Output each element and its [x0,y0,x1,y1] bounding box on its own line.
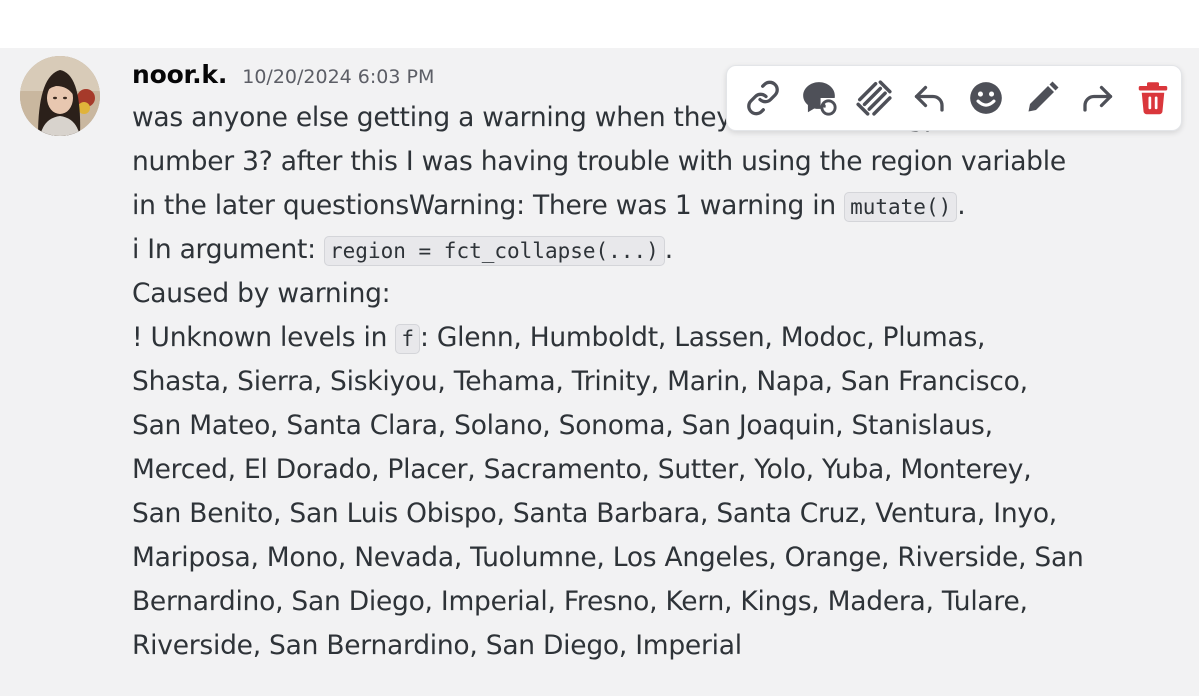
message-text: Merced, El Dorado, Placer, Sacramento, S… [132,454,1032,485]
message-text: . [664,234,673,265]
message-text: Caused by warning: [132,278,391,309]
message-line: number 3? after this I was having troubl… [132,140,1132,184]
delete-icon [1138,82,1168,115]
reply-icon [914,85,944,112]
timestamp: 10/20/2024 6:03 PM [242,66,435,88]
message-toolbar [726,65,1182,131]
message-line: Caused by warning: [132,272,1132,316]
message-text: i In argument: [132,234,325,265]
message-line: Mariposa, Mono, Nevada, Tuolumne, Los An… [132,536,1132,580]
username[interactable]: noor.k. [132,60,227,89]
add-reaction-button[interactable] [958,70,1014,126]
message-line: Shasta, Sierra, Siskiyou, Tehama, Trinit… [132,360,1132,404]
copy-link-button[interactable] [735,70,791,126]
avatar[interactable] [20,56,100,136]
message-text: . [957,190,966,221]
message-text: Bernardino, San Diego, Imperial, Fresno,… [132,586,1028,617]
bulk-copy-icon [856,80,892,116]
message-text: : Glenn, Humboldt, Lassen, Modoc, Plumas… [419,322,986,353]
top-strip [0,0,1199,48]
edit-button[interactable] [1014,70,1070,126]
reply-button[interactable] [902,70,958,126]
forward-button[interactable] [1070,70,1126,126]
message-line: Riverside, San Bernardino, San Diego, Im… [132,624,1132,668]
message-line: San Mateo, Santa Clara, Solano, Sonoma, … [132,404,1132,448]
emoji-icon [970,82,1002,114]
message-line: i In argument: region = fct_collapse(...… [132,228,1132,272]
message-text: San Mateo, Santa Clara, Solano, Sonoma, … [132,410,993,441]
forward-icon [1083,85,1113,112]
chat-message: noor.k. 10/20/2024 6:03 PM was anyone el… [0,48,1199,696]
message-text: in the later questionsWarning: There was… [132,190,845,221]
message-text: ! Unknown levels in [132,322,396,353]
message-line: Bernardino, San Diego, Imperial, Fresno,… [132,580,1132,624]
message-content: was anyone else getting a warning when t… [132,96,1132,668]
inline-code: f [395,324,420,354]
inline-code: mutate() [844,192,958,222]
inline-code: region = fct_collapse(...) [324,236,665,266]
delete-button[interactable] [1125,70,1181,126]
message-text: Mariposa, Mono, Nevada, Tuolumne, Los An… [132,542,1084,573]
message-text: Riverside, San Bernardino, San Diego, Im… [132,630,742,661]
message-text: San Benito, San Luis Obispo, Santa Barba… [132,498,1057,529]
bulk-copy-button[interactable] [847,70,903,126]
message-line: San Benito, San Luis Obispo, Santa Barba… [132,492,1132,536]
message-line: Merced, El Dorado, Placer, Sacramento, S… [132,448,1132,492]
message-header: noor.k. 10/20/2024 6:03 PM [132,60,434,89]
message-line: ! Unknown levels in f: Glenn, Humboldt, … [132,316,1132,360]
message-text: Shasta, Sierra, Siskiyou, Tehama, Trinit… [132,366,1028,397]
message-line: in the later questionsWarning: There was… [132,184,1132,228]
edit-icon [1028,81,1059,112]
link-icon [747,80,779,116]
create-thread-button[interactable] [791,70,847,126]
message-text: number 3? after this I was having troubl… [132,146,1066,177]
thread-icon [802,82,837,116]
